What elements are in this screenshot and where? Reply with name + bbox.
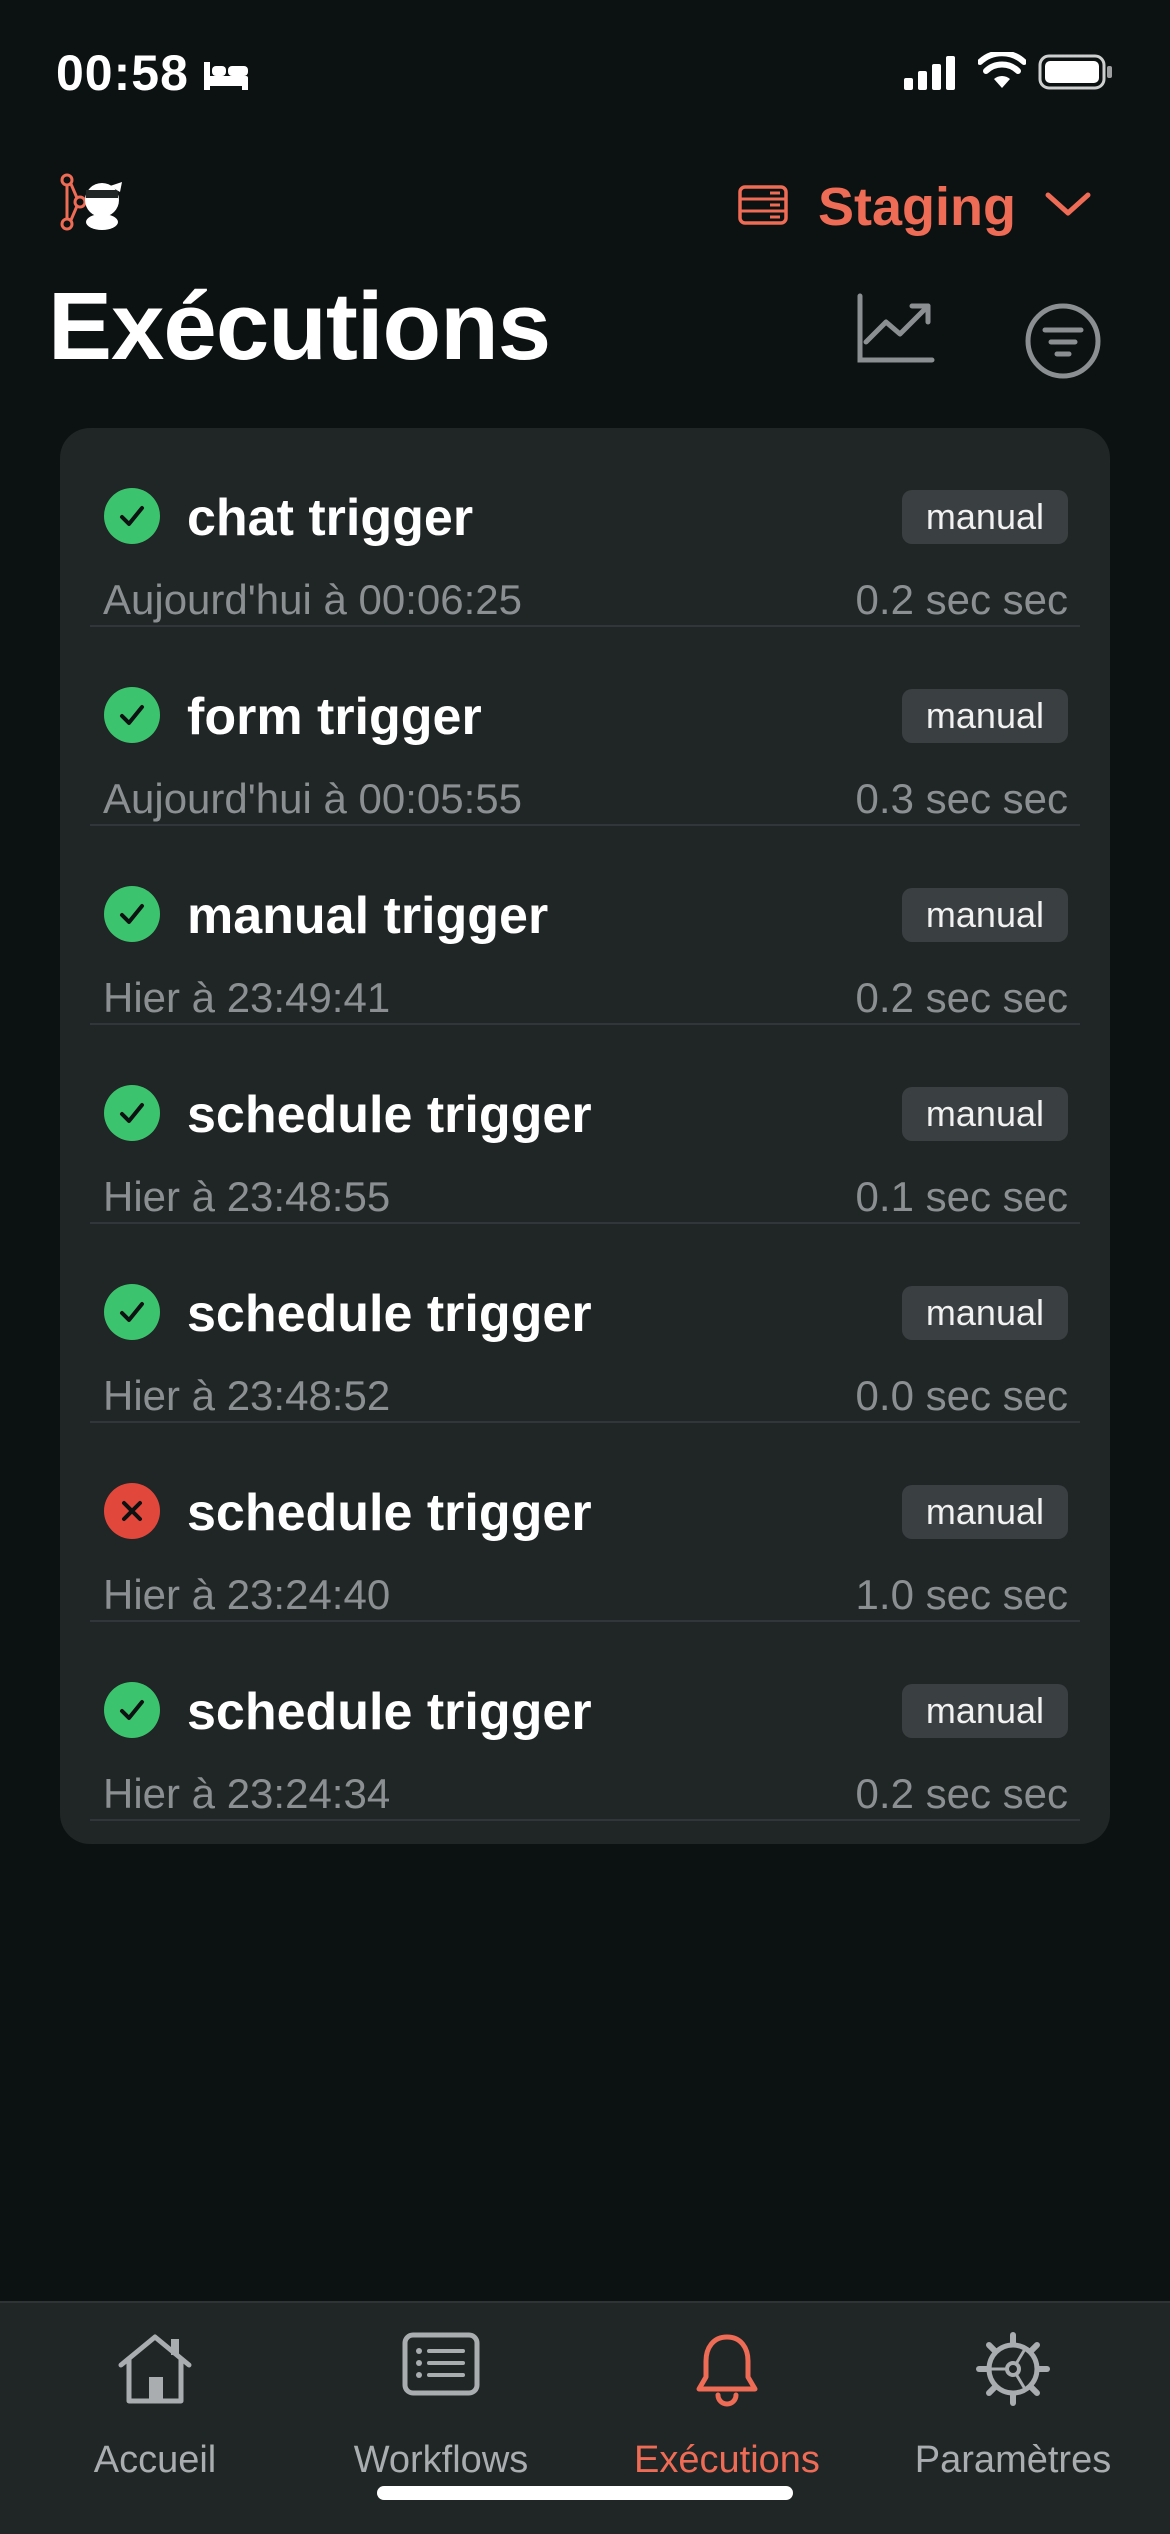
execution-mode-badge: manual (901, 689, 1068, 743)
sleep-mode-icon (202, 56, 250, 97)
execution-duration: 0.1 sec sec (855, 1173, 1068, 1220)
execution-row[interactable]: schedule trigger manual Hier à 23:48:52 … (60, 1224, 1110, 1423)
execution-name: schedule trigger (187, 1484, 592, 1542)
execution-mode-badge: manual (901, 490, 1068, 544)
environment-switcher[interactable]: Staging (738, 172, 1092, 242)
home-indicator (377, 2486, 793, 2500)
execution-row[interactable]: schedule trigger manual Hier à 23:24:40 … (60, 1423, 1110, 1622)
gear-icon (975, 2331, 1051, 2412)
execution-duration: 0.2 sec sec (855, 974, 1068, 1021)
tab-label: Exécutions (634, 2439, 820, 2481)
success-check-icon (104, 1284, 160, 1340)
execution-row[interactable]: schedule trigger manual Hier à 23:24:34 … (60, 1622, 1110, 1821)
success-check-icon (104, 488, 160, 544)
execution-time: Aujourd'hui à 00:05:55 (103, 775, 523, 822)
tab-label: Accueil (93, 2439, 217, 2481)
bell-icon (694, 2331, 760, 2412)
execution-time: Hier à 23:49:41 (103, 974, 391, 1021)
executions-list: chat trigger manual Aujourd'hui à 00:06:… (60, 428, 1110, 1844)
success-check-icon (104, 687, 160, 743)
execution-time: Hier à 23:48:52 (103, 1372, 391, 1419)
tab-label: Paramètres (914, 2439, 1112, 2481)
home-icon (115, 2331, 195, 2410)
execution-time: Hier à 23:24:34 (103, 1770, 391, 1817)
filter-icon[interactable] (1024, 302, 1102, 385)
execution-name: chat trigger (187, 489, 474, 547)
chevron-down-icon (1044, 191, 1092, 224)
execution-duration: 0.3 sec sec (855, 775, 1068, 822)
status-bar: 00:58 (0, 0, 1170, 150)
status-time: 00:58 (56, 45, 189, 101)
success-check-icon (104, 1085, 160, 1141)
execution-mode-badge: manual (901, 1485, 1068, 1539)
execution-row[interactable]: schedule trigger manual Hier à 23:48:55 … (60, 1025, 1110, 1224)
tab-workflows[interactable]: Workflows (321, 2331, 561, 2491)
wifi-icon (977, 50, 1027, 95)
execution-time: Hier à 23:24:40 (103, 1571, 391, 1618)
error-x-icon (104, 1483, 160, 1539)
execution-name: form trigger (187, 688, 482, 746)
tab-executions[interactable]: Exécutions (607, 2331, 847, 2491)
app-logo-icon (60, 172, 124, 237)
battery-icon (1038, 54, 1114, 95)
success-check-icon (104, 886, 160, 942)
execution-duration: 0.2 sec sec (855, 576, 1068, 623)
execution-duration: 1.0 sec sec (855, 1571, 1068, 1618)
execution-duration: 0.2 sec sec (855, 1770, 1068, 1817)
execution-mode-badge: manual (901, 1684, 1068, 1738)
execution-row[interactable]: form trigger manual Aujourd'hui à 00:05:… (60, 627, 1110, 826)
execution-row[interactable]: manual trigger manual Hier à 23:49:41 0.… (60, 826, 1110, 1025)
tab-accueil[interactable]: Accueil (35, 2331, 275, 2491)
environment-name: Staging (818, 177, 1016, 237)
tab-parametres[interactable]: Paramètres (893, 2331, 1133, 2491)
tab-label: Workflows (353, 2439, 529, 2481)
row-divider (90, 1819, 1080, 1821)
success-check-icon (104, 1682, 160, 1738)
execution-mode-badge: manual (901, 888, 1068, 942)
cellular-signal-icon (904, 56, 958, 95)
execution-name: schedule trigger (187, 1683, 592, 1741)
workflows-icon (401, 2331, 481, 2402)
execution-time: Aujourd'hui à 00:06:25 (103, 576, 523, 623)
execution-name: schedule trigger (187, 1086, 592, 1144)
page-title: Exécutions (48, 273, 551, 380)
execution-time: Hier à 23:48:55 (103, 1173, 391, 1220)
execution-duration: 0.0 sec sec (855, 1372, 1068, 1419)
execution-name: manual trigger (187, 887, 549, 945)
execution-mode-badge: manual (901, 1286, 1068, 1340)
execution-name: schedule trigger (187, 1285, 592, 1343)
execution-mode-badge: manual (901, 1087, 1068, 1141)
execution-row[interactable]: chat trigger manual Aujourd'hui à 00:06:… (60, 428, 1110, 627)
server-icon (738, 184, 788, 230)
chart-icon[interactable] (856, 292, 936, 369)
